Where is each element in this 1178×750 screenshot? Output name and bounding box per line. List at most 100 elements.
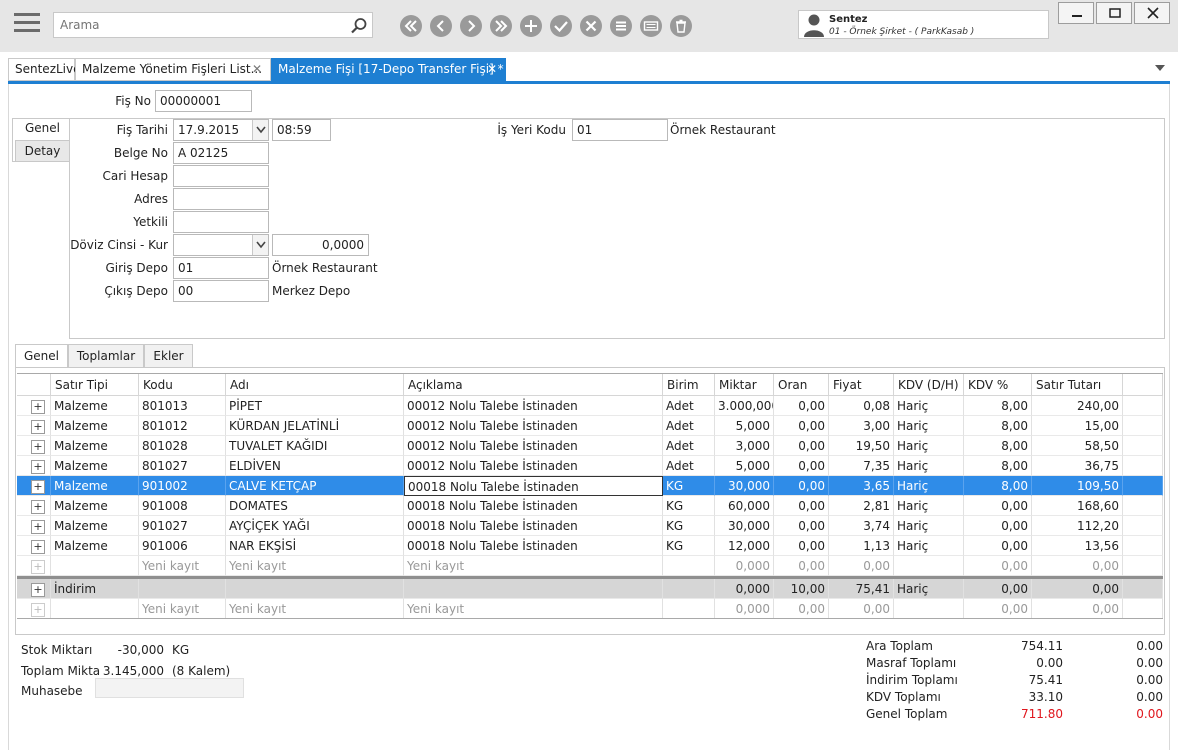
grid-cell[interactable]: 901002 (139, 476, 226, 496)
grid-cell[interactable]: 240,00 (1032, 396, 1123, 416)
grid-cell[interactable]: KG (663, 496, 715, 516)
grid-cell[interactable]: 2,81 (829, 496, 894, 516)
search-input[interactable] (54, 13, 344, 37)
grid-header-cell[interactable]: Açıklama (404, 374, 663, 396)
hamburger-menu-icon[interactable] (14, 13, 40, 35)
tab-sentezlive[interactable]: SentezLive (8, 58, 81, 81)
close-tab-icon[interactable]: ✕ (487, 59, 497, 80)
table-row[interactable]: + Malzeme 901006 NAR EKŞİSİ 00018 Nolu Taleb… (17, 536, 1163, 556)
doviz-select[interactable] (173, 234, 269, 256)
grid-header-cell[interactable]: KDV % (964, 374, 1032, 396)
grid-cell[interactable]: Yeni kayıt (226, 556, 404, 576)
is-yeri-kodu-field[interactable]: 01 (572, 119, 668, 141)
grid-cell[interactable]: 5,000 (715, 456, 774, 476)
grid-header-cell[interactable]: Miktar (715, 374, 774, 396)
doviz-dropdown-icon[interactable] (252, 235, 268, 255)
keyboard-icon[interactable] (640, 15, 662, 37)
grid-cell[interactable] (663, 556, 715, 576)
fis-tarihi-date-field[interactable]: 17.9.2015 (173, 119, 269, 141)
grid-cell[interactable]: Hariç (894, 476, 964, 496)
side-tab-genel[interactable]: Genel (15, 118, 70, 138)
grid-cell[interactable]: 00018 Nolu Talebe İstinaden (404, 496, 663, 516)
grid-cell[interactable]: 8,00 (964, 436, 1032, 456)
grid-cell[interactable]: 0,00 (774, 599, 829, 618)
grid-cell[interactable]: Yeni kayıt (404, 556, 663, 576)
grid-cell[interactable] (894, 556, 964, 576)
grid-cell[interactable]: 168,60 (1032, 496, 1123, 516)
first-record-icon[interactable] (400, 15, 422, 37)
expand-row-icon[interactable]: + (31, 500, 45, 514)
add-icon[interactable] (520, 15, 542, 37)
grid-cell[interactable]: 0,000 (715, 599, 774, 618)
grid-cell[interactable]: Hariç (894, 536, 964, 556)
grid-cell[interactable]: 0,000 (715, 579, 774, 599)
grid-cell[interactable]: 901027 (139, 516, 226, 536)
grid-cell[interactable]: Malzeme (51, 396, 139, 416)
tab-malzeme-fisi[interactable]: Malzeme Fişi [17-Depo Transfer Fişi] * ✕ (271, 58, 506, 82)
grid-cell[interactable]: 0,000 (715, 556, 774, 576)
grid-cell[interactable]: KÜRDAN JELATİNLİ (226, 416, 404, 436)
grid-header-cell[interactable]: KDV (D/H) (894, 374, 964, 396)
grid-cell[interactable]: 00018 Nolu Talebe İstinaden (404, 516, 663, 536)
grid-cell[interactable]: 0,00 (774, 456, 829, 476)
grid-cell[interactable]: 8,00 (964, 416, 1032, 436)
grid-cell[interactable]: 0,00 (774, 536, 829, 556)
cari-hesap-field[interactable] (173, 165, 269, 187)
grid-cell[interactable]: 8,00 (964, 456, 1032, 476)
grid-cell[interactable]: Yeni kayıt (139, 599, 226, 618)
grid-cell[interactable]: 3,000 (715, 436, 774, 456)
grid-cell[interactable]: DOMATES (226, 496, 404, 516)
grid-cell[interactable]: AYÇİÇEK YAĞI (226, 516, 404, 536)
cikis-depo-field[interactable]: 00 (173, 280, 269, 302)
grid-cell[interactable]: Yeni kayıt (404, 599, 663, 618)
grid-cell[interactable]: Malzeme (51, 436, 139, 456)
maximize-button[interactable] (1096, 2, 1132, 24)
grid-cell[interactable]: Hariç (894, 579, 964, 599)
grid-cell[interactable]: Hariç (894, 416, 964, 436)
date-dropdown-icon[interactable] (252, 120, 268, 140)
delete-trash-icon[interactable] (670, 15, 692, 37)
grid-cell[interactable]: 0,00 (774, 416, 829, 436)
last-record-icon[interactable] (490, 15, 512, 37)
grid-cell[interactable] (404, 579, 663, 599)
grid-header-cell[interactable]: Satır Tipi (51, 374, 139, 396)
table-row[interactable]: + Malzeme 801027 ELDİVEN 00012 Nolu Talebe İ… (17, 456, 1163, 476)
table-row[interactable]: + Malzeme 901008 DOMATES 00018 Nolu Talebe İ… (17, 496, 1163, 516)
grid-cell[interactable]: KG (663, 476, 715, 496)
grid-header-cell[interactable]: Kodu (139, 374, 226, 396)
table-row[interactable]: + Malzeme 901002 CALVE KETÇAP 00018 Nolu Tal… (17, 476, 1163, 496)
new-record-row[interactable]: + Yeni kayıt Yeni kayıt Yeni kayıt 0,000 0,00… (17, 556, 1163, 576)
grid-cell[interactable]: 0,08 (829, 396, 894, 416)
kur-field[interactable]: 0,0000 (272, 234, 369, 256)
belge-no-field[interactable]: A 02125 (173, 142, 269, 164)
new-record-row[interactable]: + Yeni kayıt Yeni kayıt Yeni kayıt 0,000 0,00… (17, 599, 1163, 618)
grid-cell[interactable]: 801027 (139, 456, 226, 476)
grid-cell[interactable]: 0,00 (774, 396, 829, 416)
grid-cell[interactable]: 112,20 (1032, 516, 1123, 536)
grid-cell[interactable]: 901008 (139, 496, 226, 516)
grid-cell[interactable]: Adet (663, 416, 715, 436)
grid-cell[interactable]: 00012 Nolu Talebe İstinaden (404, 436, 663, 456)
grid-cell[interactable]: Adet (663, 456, 715, 476)
grid-cell[interactable]: 00018 Nolu Talebe İstinaden (404, 476, 663, 496)
grid-cell[interactable]: 36,75 (1032, 456, 1123, 476)
fis-no-field[interactable]: 00000001 (155, 90, 252, 112)
grid-cell[interactable] (51, 556, 139, 576)
grid-cell[interactable]: 0,00 (964, 496, 1032, 516)
grid-cell[interactable]: 0,00 (774, 556, 829, 576)
grid-cell[interactable]: 901006 (139, 536, 226, 556)
grid-cell[interactable]: ELDİVEN (226, 456, 404, 476)
side-tab-detay[interactable]: Detay (15, 140, 70, 162)
tab-dropdown-icon[interactable] (1154, 63, 1166, 73)
grid-cell[interactable]: 0,00 (829, 556, 894, 576)
tab-ekler[interactable]: Ekler (144, 344, 193, 367)
grid-cell[interactable]: Adet (663, 396, 715, 416)
grid-cell[interactable] (51, 599, 139, 618)
grid-cell[interactable]: 109,50 (1032, 476, 1123, 496)
close-window-button[interactable] (1134, 2, 1170, 24)
expand-row-icon[interactable]: + (31, 480, 45, 494)
grid-cell[interactable]: 801013 (139, 396, 226, 416)
grid-cell[interactable]: Hariç (894, 456, 964, 476)
grid-cell[interactable] (663, 579, 715, 599)
grid-cell[interactable]: 3,74 (829, 516, 894, 536)
